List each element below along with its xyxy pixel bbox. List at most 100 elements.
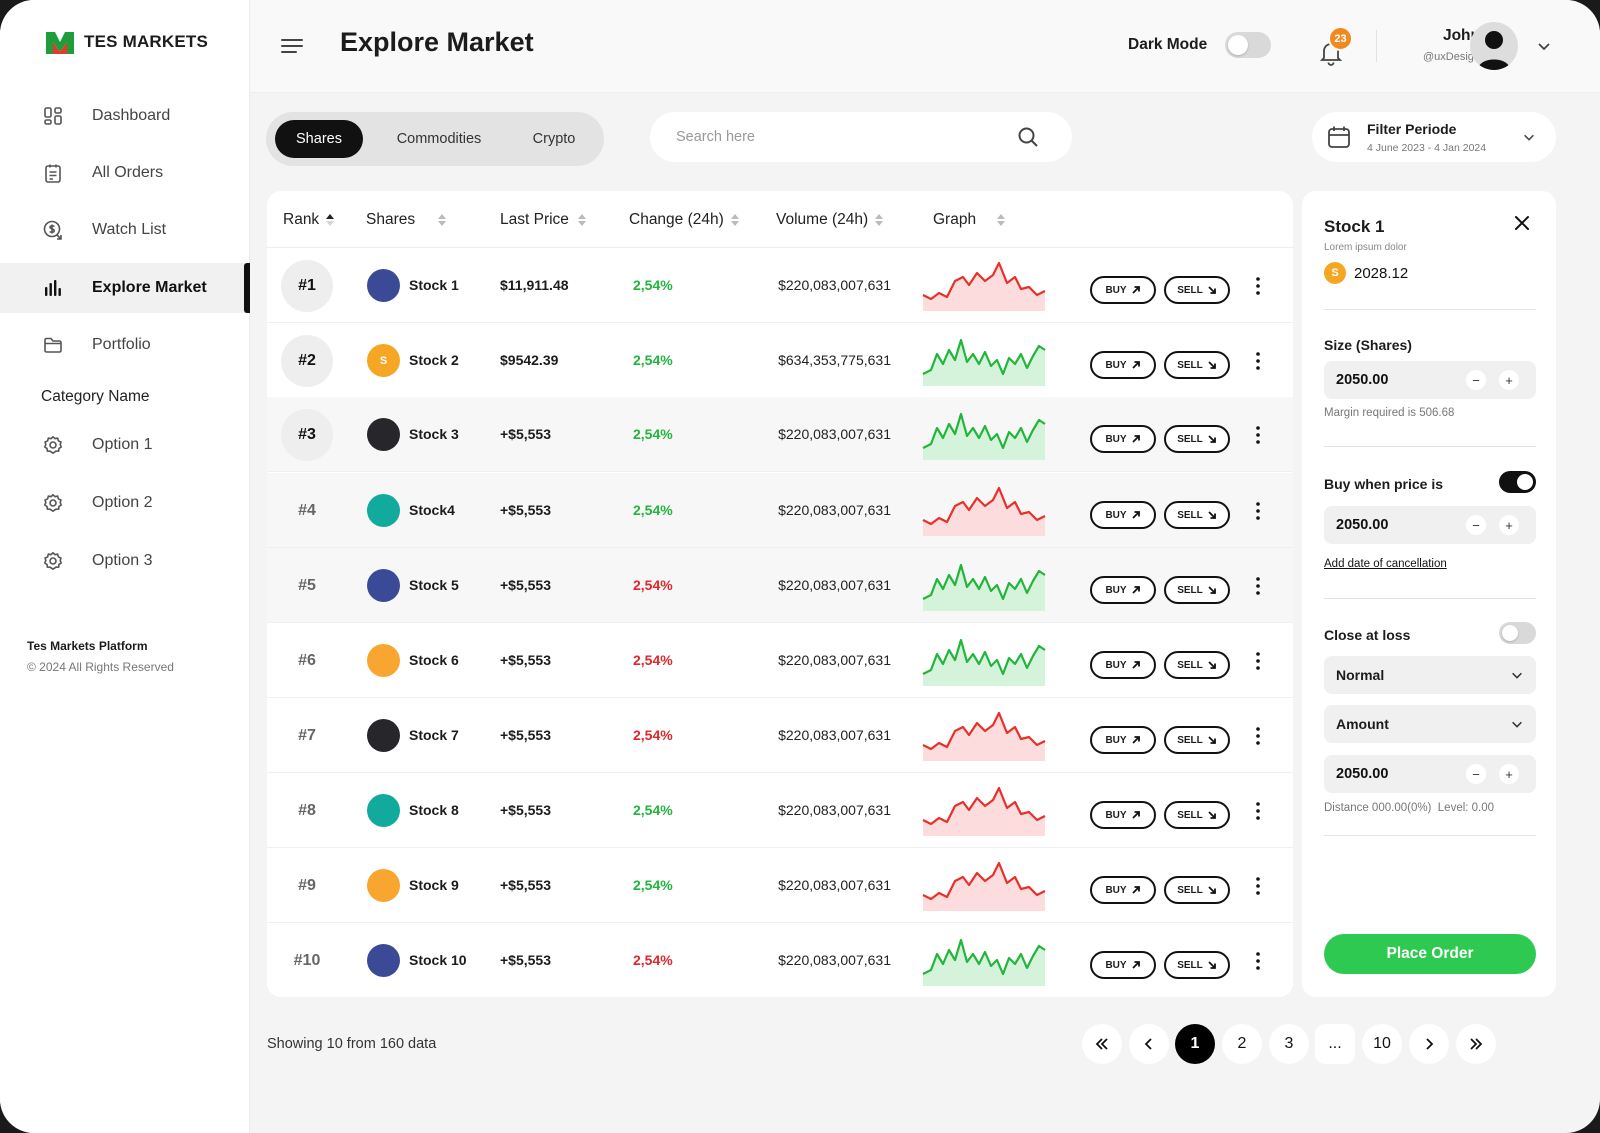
buy-button[interactable]: BUY	[1090, 876, 1156, 904]
hamburger-menu-icon[interactable]	[280, 34, 304, 58]
more-options-icon[interactable]	[1254, 425, 1262, 445]
tab-shares[interactable]: Shares	[275, 120, 363, 158]
sell-button[interactable]: SELL	[1164, 501, 1230, 529]
page-button-2[interactable]: 2	[1222, 1024, 1262, 1064]
last-page-button[interactable]	[1456, 1024, 1496, 1064]
close-icon[interactable]	[1514, 215, 1530, 231]
buy-when-toggle[interactable]	[1499, 471, 1536, 493]
sidebar-item-portfolio[interactable]: Portfolio	[0, 320, 250, 370]
search-icon[interactable]	[1016, 125, 1040, 149]
buy-button[interactable]: BUY	[1090, 726, 1156, 754]
sell-button[interactable]: SELL	[1164, 425, 1230, 453]
tab-commodities[interactable]: Commodities	[369, 120, 509, 158]
column-header-rank[interactable]: Rank	[283, 211, 335, 229]
brand-logo[interactable]: TES MARKETS	[46, 30, 208, 54]
buy-price-input[interactable]	[1324, 506, 1454, 544]
order-stock-subtitle: Lorem ipsum dolor	[1324, 242, 1407, 253]
sidebar-item-explore-market[interactable]: Explore Market	[0, 263, 250, 313]
stock-name[interactable]: Stock4	[409, 502, 455, 518]
stock-name[interactable]: Stock 7	[409, 727, 459, 743]
sell-button[interactable]: SELL	[1164, 351, 1230, 379]
chevron-down-icon[interactable]	[1536, 38, 1552, 54]
table-row[interactable]: #10 Stock 10 +$5,553 2,54% $220,083,007,631 B…	[267, 923, 1293, 997]
stock-name[interactable]: Stock 5	[409, 577, 459, 593]
page-button-3[interactable]: 3	[1269, 1024, 1309, 1064]
stock-name[interactable]: Stock 1	[409, 277, 459, 293]
filter-period[interactable]: Filter Periode 4 June 2023 - 4 Jan 2024	[1312, 112, 1556, 162]
stock-name[interactable]: Stock 9	[409, 877, 459, 893]
buy-button[interactable]: BUY	[1090, 951, 1156, 979]
column-header-graph[interactable]: Graph	[933, 211, 1006, 229]
sell-button[interactable]: SELL	[1164, 651, 1230, 679]
more-options-icon[interactable]	[1254, 726, 1262, 746]
sidebar-option-2[interactable]: Option 2	[0, 478, 250, 528]
more-options-icon[interactable]	[1254, 651, 1262, 671]
page-button-10[interactable]: 10	[1362, 1024, 1402, 1064]
tab-crypto[interactable]: Crypto	[510, 120, 598, 158]
table-row[interactable]: #1 Stock 1 $11,911.48 2,54% $220,083,007,631…	[267, 248, 1293, 323]
buy-button[interactable]: BUY	[1090, 801, 1156, 829]
minus-icon[interactable]: −	[1466, 515, 1486, 535]
sidebar-option-3[interactable]: Option 3	[0, 536, 250, 586]
sidebar-item-all-orders[interactable]: All Orders	[0, 148, 250, 198]
table-row[interactable]: #7 Stock 7 +$5,553 2,54% $220,083,007,631 BUY…	[267, 698, 1293, 773]
sell-button[interactable]: SELL	[1164, 576, 1230, 604]
sidebar-item-watch-list[interactable]: Watch List	[0, 205, 250, 255]
more-options-icon[interactable]	[1254, 576, 1262, 596]
more-options-icon[interactable]	[1254, 351, 1262, 371]
plus-icon[interactable]: +	[1499, 764, 1519, 784]
buy-button[interactable]: BUY	[1090, 276, 1156, 304]
sell-button[interactable]: SELL	[1164, 801, 1230, 829]
sidebar-option-1[interactable]: Option 1	[0, 420, 250, 470]
stock-name[interactable]: Stock 2	[409, 352, 459, 368]
table-row[interactable]: #8 Stock 8 +$5,553 2,54% $220,083,007,631 BUY…	[267, 773, 1293, 848]
stock-name[interactable]: Stock 3	[409, 426, 459, 442]
order-type-select[interactable]: Normal	[1324, 656, 1536, 694]
more-options-icon[interactable]	[1254, 801, 1262, 821]
avatar[interactable]	[1470, 22, 1518, 70]
place-order-button[interactable]: Place Order	[1324, 934, 1536, 974]
more-options-icon[interactable]	[1254, 501, 1262, 521]
buy-button[interactable]: BUY	[1090, 651, 1156, 679]
sell-button[interactable]: SELL	[1164, 726, 1230, 754]
next-page-button[interactable]	[1409, 1024, 1449, 1064]
plus-icon[interactable]: +	[1499, 370, 1519, 390]
buy-button[interactable]: BUY	[1090, 351, 1156, 379]
add-date-link[interactable]: Add date of cancellation	[1324, 558, 1447, 570]
stock-name[interactable]: Stock 10	[409, 952, 467, 968]
table-row[interactable]: #9 Stock 9 +$5,553 2,54% $220,083,007,631 BUY…	[267, 848, 1293, 923]
column-header-last-price[interactable]: Last Price	[500, 211, 587, 229]
buy-button[interactable]: BUY	[1090, 501, 1156, 529]
stock-name[interactable]: Stock 8	[409, 802, 459, 818]
more-options-icon[interactable]	[1254, 276, 1262, 296]
buy-button[interactable]: BUY	[1090, 576, 1156, 604]
amount-input[interactable]	[1324, 755, 1454, 793]
search-input[interactable]	[676, 112, 1006, 162]
stock-name[interactable]: Stock 6	[409, 652, 459, 668]
first-page-button[interactable]	[1082, 1024, 1122, 1064]
sell-button[interactable]: SELL	[1164, 951, 1230, 979]
buy-button[interactable]: BUY	[1090, 425, 1156, 453]
more-options-icon[interactable]	[1254, 876, 1262, 896]
size-input[interactable]	[1324, 361, 1454, 399]
table-row[interactable]: #3 Stock 3 +$5,553 2,54% $220,083,007,631 BUY…	[267, 397, 1293, 472]
sidebar-item-dashboard[interactable]: Dashboard	[0, 91, 250, 141]
plus-icon[interactable]: +	[1499, 515, 1519, 535]
page-button-1[interactable]: 1	[1175, 1024, 1215, 1064]
table-row[interactable]: #6 Stock 6 +$5,553 2,54% $220,083,007,631 BUY…	[267, 623, 1293, 698]
table-row[interactable]: #5 Stock 5 +$5,553 2,54% $220,083,007,631 BUY…	[267, 548, 1293, 623]
table-row[interactable]: #2 S Stock 2 $9542.39 2,54% $634,353,775,631 B…	[267, 323, 1293, 398]
sell-button[interactable]: SELL	[1164, 276, 1230, 304]
amount-type-select[interactable]: Amount	[1324, 705, 1536, 743]
dark-mode-toggle[interactable]	[1225, 32, 1271, 58]
column-header-change[interactable]: Change (24h)	[629, 211, 740, 229]
prev-page-button[interactable]	[1129, 1024, 1169, 1064]
table-row[interactable]: #4 Stock4 +$5,553 2,54% $220,083,007,631 BUY S…	[267, 473, 1293, 548]
more-options-icon[interactable]	[1254, 951, 1262, 971]
column-header-shares[interactable]: Shares	[366, 211, 447, 229]
sell-button[interactable]: SELL	[1164, 876, 1230, 904]
minus-icon[interactable]: −	[1466, 370, 1486, 390]
close-at-loss-toggle[interactable]	[1499, 622, 1536, 644]
column-header-volume[interactable]: Volume (24h)	[776, 211, 884, 229]
minus-icon[interactable]: −	[1466, 764, 1486, 784]
